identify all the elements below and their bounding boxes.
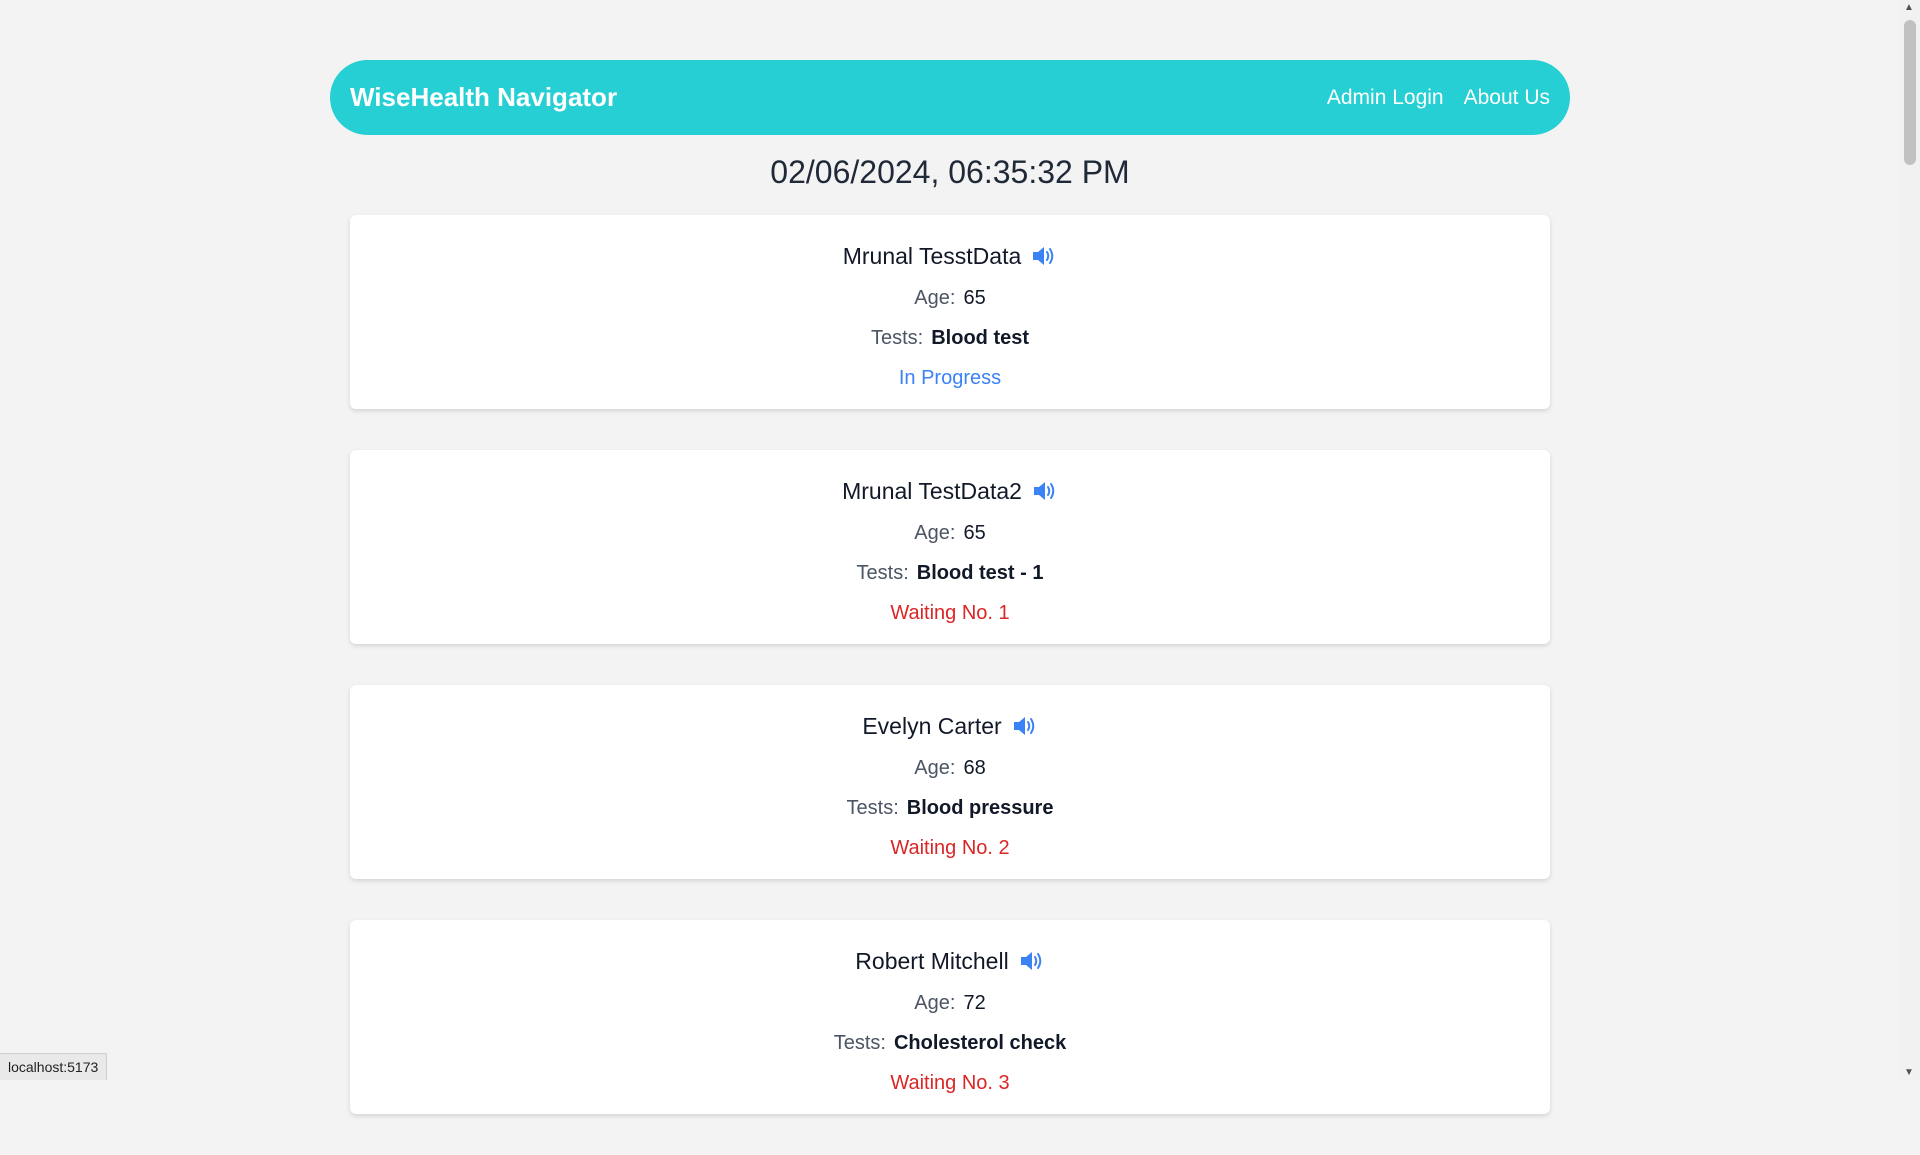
age-value: 65	[963, 287, 986, 309]
nav-links: Admin Login About Us	[1327, 86, 1550, 110]
patient-name-row: Mrunal TesstData	[350, 238, 1550, 274]
patient-age-row: Age: 72	[350, 987, 1550, 1019]
patient-tests-row: Tests: Blood pressure	[350, 792, 1550, 824]
age-label: Age:	[914, 522, 956, 544]
status-waiting: Waiting No. 2	[890, 837, 1010, 859]
age-value: 72	[963, 992, 986, 1014]
tests-value: Blood test - 1	[916, 562, 1044, 584]
scroll-thumb[interactable]	[1904, 20, 1916, 165]
age-label: Age:	[914, 992, 956, 1014]
tests-value: Cholesterol check	[893, 1032, 1067, 1054]
speaker-icon[interactable]	[1019, 950, 1045, 972]
current-datetime: 02/06/2024, 06:35:32 PM	[770, 154, 1130, 190]
scroll-down-arrow-icon[interactable]: ▼	[1904, 1067, 1914, 1078]
speaker-icon[interactable]	[1031, 245, 1057, 267]
patient-tests-row: Tests: Blood test - 1	[350, 557, 1550, 589]
patient-card: Mrunal TesstData Age: 65 Tests: Blood test…	[350, 215, 1550, 409]
brand-title[interactable]: WiseHealth Navigator	[350, 82, 617, 113]
patient-name: Robert Mitchell	[855, 947, 1009, 974]
status-in-progress: In Progress	[898, 367, 1002, 389]
age-value: 68	[963, 757, 986, 779]
patient-name-row: Evelyn Carter	[350, 708, 1550, 744]
patient-age-row: Age: 65	[350, 282, 1550, 314]
status-waiting: Waiting No. 1	[890, 602, 1010, 624]
patient-card: Robert Mitchell Age: 72 Tests: Cholesterol…	[350, 920, 1550, 1114]
page-scrollbar[interactable]: ▲ ▼	[1900, 0, 1920, 1080]
patient-list: Mrunal TesstData Age: 65 Tests: Blood test…	[350, 215, 1550, 1155]
age-label: Age:	[914, 757, 956, 779]
patient-card: Mrunal TestData2 Age: 65 Tests: Blood test…	[350, 450, 1550, 644]
tests-value: Blood test	[931, 327, 1030, 349]
tests-label: Tests:	[846, 797, 899, 819]
patient-card: Evelyn Carter Age: 68 Tests: Blood pressur…	[350, 685, 1550, 879]
patient-name: Mrunal TesstData	[842, 242, 1022, 269]
patient-name: Evelyn Carter	[862, 712, 1002, 739]
speaker-icon[interactable]	[1012, 715, 1038, 737]
link-preview-url: localhost:5173	[0, 1053, 108, 1080]
status-waiting: Waiting No. 3	[890, 1072, 1010, 1094]
age-label: Age:	[914, 287, 956, 309]
tests-label: Tests:	[833, 1032, 886, 1054]
about-us-link[interactable]: About Us	[1464, 86, 1550, 110]
top-navbar: WiseHealth Navigator Admin Login About U…	[330, 60, 1570, 135]
patient-age-row: Age: 68	[350, 752, 1550, 784]
scroll-up-arrow-icon[interactable]: ▲	[1904, 2, 1914, 13]
patient-name-row: Robert Mitchell	[350, 943, 1550, 979]
patient-name-row: Mrunal TestData2	[350, 473, 1550, 509]
tests-value: Blood pressure	[906, 797, 1054, 819]
speaker-icon[interactable]	[1032, 480, 1058, 502]
patient-tests-row: Tests: Blood test	[350, 322, 1550, 354]
patient-tests-row: Tests: Cholesterol check	[350, 1027, 1550, 1059]
admin-login-link[interactable]: Admin Login	[1327, 86, 1444, 110]
tests-label: Tests:	[870, 327, 924, 349]
patient-name: Mrunal TestData2	[842, 477, 1022, 504]
age-value: 65	[963, 522, 986, 544]
patient-age-row: Age: 65	[350, 517, 1550, 549]
tests-label: Tests:	[856, 562, 909, 584]
